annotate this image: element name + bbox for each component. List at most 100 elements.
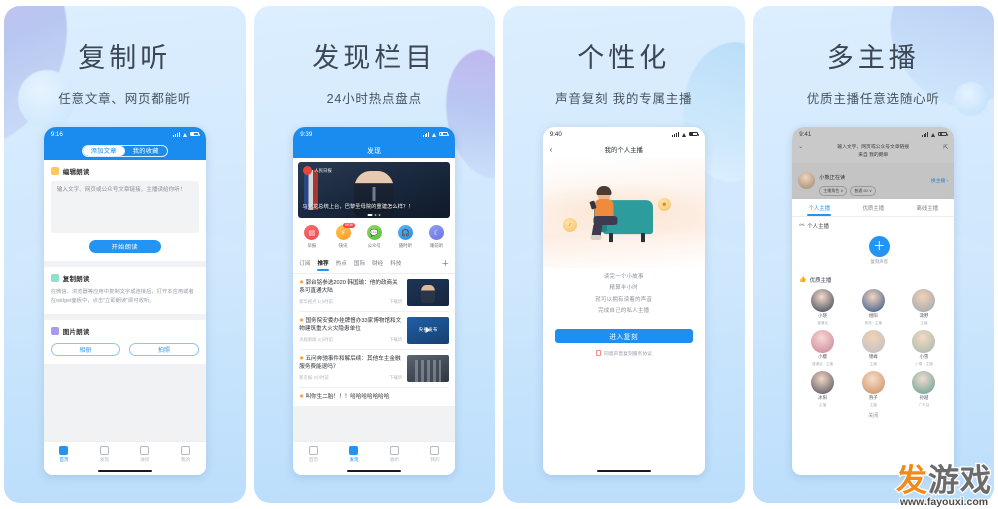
agreement-row[interactable]: 同意声音复刻服务协议	[543, 350, 705, 357]
chip-subscribe[interactable]: 订阅	[299, 259, 310, 267]
panel-title: 多主播	[826, 43, 920, 73]
news-time: 2小时前	[317, 336, 333, 342]
quick-entry-anytime[interactable]: 🎧 随时听	[397, 225, 413, 249]
news-item[interactable]: ✹ 叫你生二胎！！！哈哈哈哈哈哈哈	[299, 388, 449, 406]
avatar	[912, 329, 936, 353]
people-icon: ⚯	[799, 223, 805, 230]
anchor-grid[interactable]: 小晓 普通话 相阳 粤语 · 主播 潇野 主播 小樱 普通话 · 主播 锦峰 主…	[792, 285, 955, 408]
chat-icon: 💬	[366, 225, 382, 240]
quick-entry-official[interactable]: 💬 公众号	[366, 225, 382, 249]
desc-line: 完成自己的私人主播	[598, 307, 650, 314]
clone-voice-entry[interactable]: ＋ 复刻声音	[792, 231, 955, 271]
album-button[interactable]: 相册	[50, 343, 121, 356]
tab-home[interactable]: 首页	[309, 446, 318, 463]
quick-entry-flash[interactable]: NEW ⚡ 快讯	[335, 223, 355, 249]
tab-discover[interactable]: 发现	[100, 446, 109, 463]
anchor-item[interactable]: 孙越 广东话	[899, 370, 950, 408]
anchor-item[interactable]: 相阳 粤语 · 主播	[848, 288, 899, 326]
player-header-row: ⌄ 输入文字、网页或公众号文章链接 来自 我的朗单 ⇱	[798, 144, 948, 159]
panel-title: 个性化	[577, 43, 671, 73]
quick-entry-morning[interactable]: ▤ 早报	[304, 225, 320, 249]
download-listen-button[interactable]: 下载听	[389, 299, 402, 305]
avatar	[811, 288, 835, 312]
chip-finance[interactable]: 财经	[372, 259, 383, 267]
chip-tech[interactable]: 科技	[390, 259, 401, 267]
back-icon[interactable]: ‹	[550, 145, 553, 154]
tab-personal-anchor[interactable]: 个人主播	[792, 199, 846, 216]
desc-line: 精算半小时	[609, 285, 638, 292]
agreement-label[interactable]: 同意声音复刻服务协议	[604, 350, 652, 357]
tab-listen[interactable]: 收听	[140, 446, 150, 463]
segment-group[interactable]: 添加文章 我的收藏	[81, 144, 168, 157]
avatar	[861, 288, 885, 312]
segmented-control[interactable]: 添加文章 我的收藏	[43, 141, 206, 160]
close-button[interactable]: 关闭	[792, 407, 955, 425]
tab-offline-anchor[interactable]: 离线主播	[900, 199, 954, 216]
carousel-dots[interactable]	[367, 214, 381, 216]
promo-panel-multi-anchor: 多主播 优质主播任意选随心听 9:41 ⌄ 输入文字、网页或公众号文章链接 来自…	[752, 6, 994, 503]
segment-add-article[interactable]: 添加文章	[82, 145, 125, 156]
anchor-item[interactable]: 小樱 普通话 · 主播	[797, 329, 848, 367]
anchor-item[interactable]: 小晓 普通话	[797, 288, 848, 326]
avatar	[811, 370, 835, 394]
anchor-item[interactable]: 小雪 小雪 · 主播	[899, 329, 950, 367]
share-icon[interactable]: ⇱	[943, 144, 948, 151]
news-thumbnail[interactable]	[407, 278, 450, 306]
quick-entry-bedtime[interactable]: ☾ 睡前听	[429, 225, 445, 249]
news-source: 新华视点	[299, 298, 317, 304]
download-listen-button[interactable]: 下载听	[389, 337, 402, 343]
playlist-icon	[140, 446, 150, 456]
tab-profile[interactable]: 我的	[430, 446, 440, 463]
chip-international[interactable]: 国际	[354, 259, 365, 267]
source-logo-icon	[303, 166, 313, 175]
hero-video-card[interactable]: 人民日报 马克龙总统上台，巴黎圣母院的重建怎么样？！	[298, 162, 451, 218]
add-category-icon[interactable]: ＋	[441, 258, 449, 269]
tab-profile[interactable]: 我的	[181, 446, 190, 463]
tab-quality-anchor[interactable]: 优质主播	[846, 199, 900, 216]
anchor-item[interactable]: 潇野 主播	[899, 288, 950, 326]
quick-entries[interactable]: ▤ 早报 NEW ⚡ 快讯 💬 公众号 🎧 随时听 ☾ 睡前听	[293, 218, 456, 254]
plus-icon[interactable]: ＋	[868, 235, 890, 257]
chip-hot[interactable]: 热点	[336, 259, 347, 267]
anchor-item[interactable]: 冰阳 主播	[797, 370, 848, 408]
download-listen-button[interactable]: 下载听	[389, 375, 402, 381]
anchor-role-select[interactable]: 主播角色 ∨	[819, 186, 848, 196]
category-chips[interactable]: 订阅 推荐 热点 国际 财经 科技 ＋	[293, 253, 456, 274]
news-item[interactable]: ✹ 国务院安委办挂牌督办33家博物馆和文物建筑重大火灾隐患单位 央视新闻 2小时前…	[299, 312, 450, 350]
tab-listen[interactable]: 收听	[390, 446, 399, 463]
watermark: 发游戏 www.fayouxi.com	[895, 463, 993, 507]
nav-title: 发现	[293, 141, 456, 158]
news-source: 央视新闻	[299, 336, 317, 342]
chevron-down-icon[interactable]: ⌄	[798, 144, 803, 151]
news-thumbnail[interactable]	[407, 354, 450, 382]
avatar	[798, 172, 816, 190]
anchor-tabs[interactable]: 个人主播 优质主播 离线主播	[792, 198, 955, 217]
star-icon: ✹	[299, 355, 304, 362]
news-headline: ✹ 叫你生二胎！！！哈哈哈哈哈哈哈	[299, 393, 390, 400]
change-anchor-button[interactable]: 换主播 ›	[931, 177, 948, 184]
status-time: 9:39	[300, 130, 313, 138]
tab-discover[interactable]: 发现	[349, 446, 359, 463]
anchor-item[interactable]: 燕子 主播	[848, 370, 899, 408]
avatar	[861, 329, 885, 353]
checkbox-icon[interactable]	[595, 350, 601, 356]
wifi-icon	[681, 132, 687, 137]
bottom-tab-bar[interactable]: 首页 发现 收听 我的	[43, 441, 206, 467]
enter-clone-button[interactable]: 进入复刻	[554, 328, 693, 343]
panel-title: 复制听	[78, 43, 172, 73]
start-reading-button[interactable]: 开始朗读	[88, 240, 161, 253]
anchor-item[interactable]: 锦峰 主播	[848, 329, 899, 367]
tab-home[interactable]: 首页	[59, 446, 69, 463]
article-input[interactable]: 输入文字、网页或公众号文章链接，主播读给你听！	[50, 181, 199, 233]
news-thumbnail[interactable]	[407, 316, 450, 344]
news-item[interactable]: ✹ 五问奔驰事件和解后续：其他车主金融服务费能退吗？ 新京报 3小时前 下载听	[299, 350, 450, 388]
chip-recommend[interactable]: 推荐	[317, 259, 329, 271]
camera-button[interactable]: 拍照	[129, 343, 199, 356]
tab-label: 发现	[349, 456, 359, 462]
signal-icon	[422, 131, 430, 137]
bottom-tab-bar[interactable]: 首页 发现 收听 我的	[293, 441, 456, 467]
news-item[interactable]: ✹ 郭台铭参选2020 韩国瑜：他的政商关系可直通大陆 新华视点 1小时前 下载听	[299, 274, 450, 312]
anchor-speed-select[interactable]: 普通 60 ∨	[850, 186, 876, 196]
tab-label: 我的	[180, 456, 191, 462]
segment-my-favorites[interactable]: 我的收藏	[125, 146, 167, 156]
